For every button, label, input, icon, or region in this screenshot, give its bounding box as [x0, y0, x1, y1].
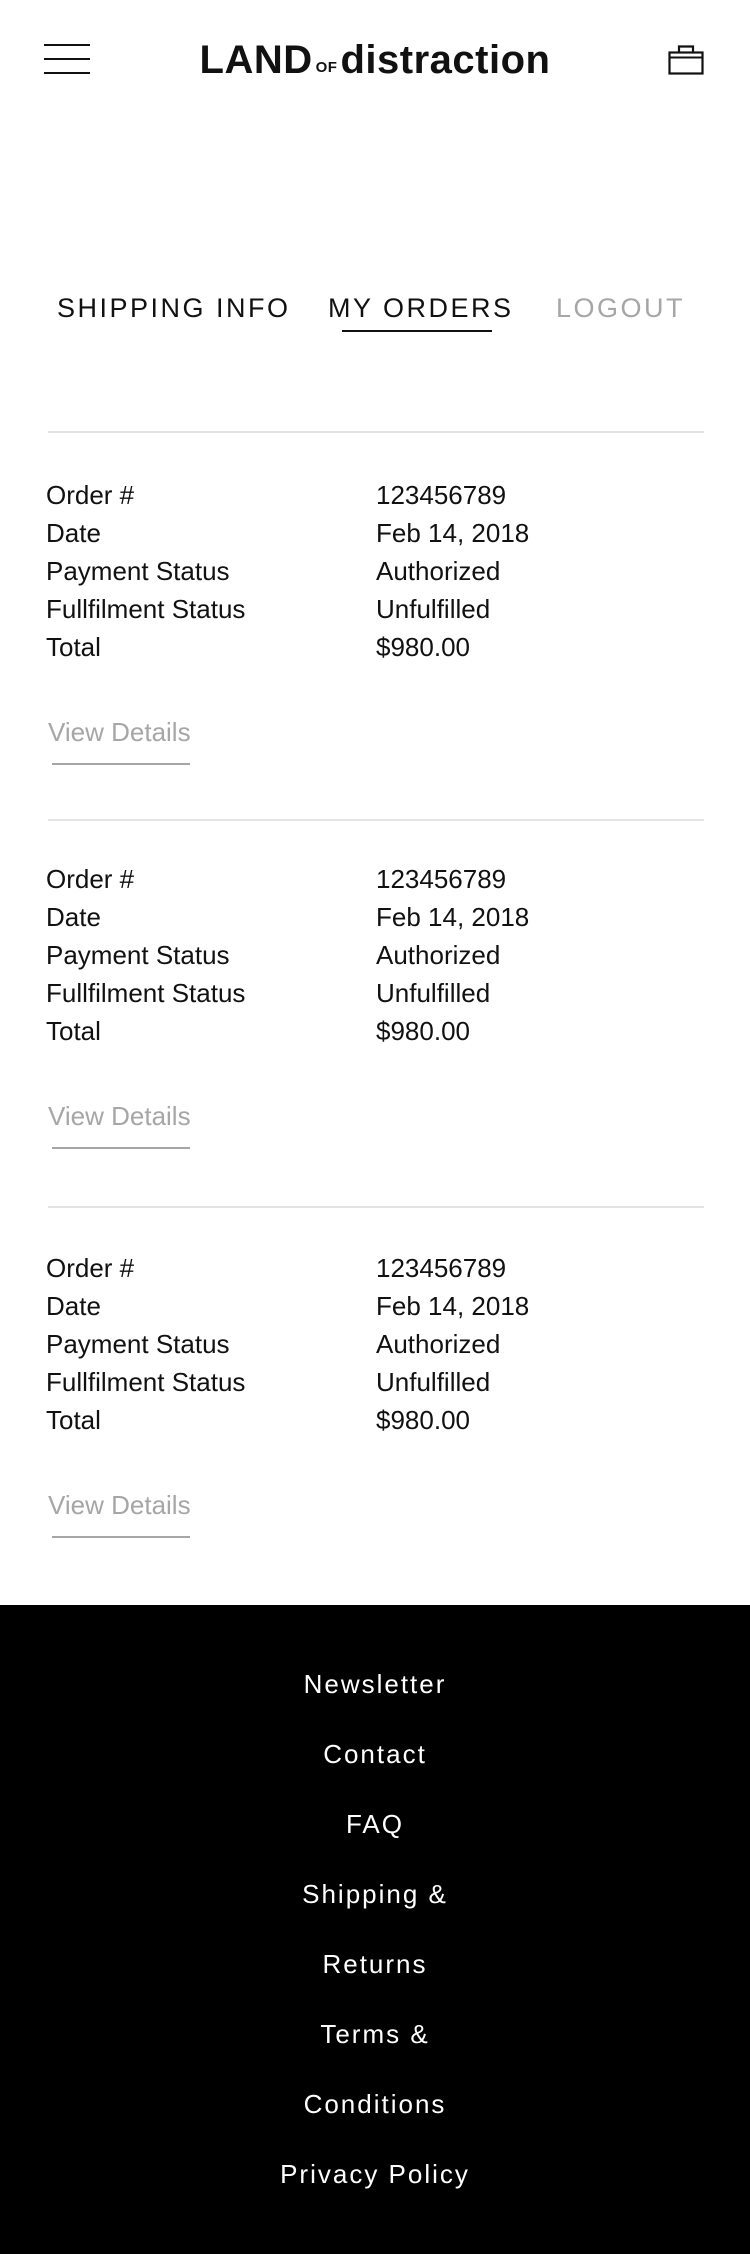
payment-status-value: Authorized: [376, 940, 501, 970]
payment-status-label: Payment Status: [46, 940, 230, 970]
payment-status-value: Authorized: [376, 1329, 501, 1359]
order-total-value: $980.00: [376, 1405, 470, 1435]
bag-icon[interactable]: [668, 44, 704, 76]
order-date-value: Feb 14, 2018: [376, 1291, 530, 1321]
footer-link-conditions[interactable]: Conditions: [0, 2084, 750, 2124]
order-total-row: Total $980.00: [46, 1401, 706, 1439]
payment-status-label: Payment Status: [46, 556, 230, 586]
order-number-label: Order #: [46, 864, 135, 894]
order-date-row: Date Feb 14, 2018: [46, 898, 706, 936]
order-date-row: Date Feb 14, 2018: [46, 514, 706, 552]
site-logo[interactable]: LAND OFdistraction: [0, 34, 750, 94]
footer-link-terms[interactable]: Terms &: [0, 2014, 750, 2054]
order-card: Order # 123456789 Date Feb 14, 2018 Paym…: [0, 819, 750, 1207]
fulfilment-status-label: Fullfilment Status: [46, 978, 246, 1008]
footer-link-shipping[interactable]: Shipping &: [0, 1874, 750, 1914]
view-details-link[interactable]: View Details: [48, 714, 191, 750]
order-total-label: Total: [46, 1016, 101, 1046]
footer-link-newsletter[interactable]: Newsletter: [0, 1664, 750, 1704]
order-number-row: Order # 123456789: [46, 1249, 706, 1287]
order-date-label: Date: [46, 518, 101, 548]
payment-status-row: Payment Status Authorized: [46, 1325, 706, 1363]
order-date-label: Date: [46, 902, 101, 932]
order-number-label: Order #: [46, 480, 135, 510]
fulfilment-status-value: Unfulfilled: [376, 594, 491, 624]
order-total-label: Total: [46, 632, 101, 662]
tab-shipping-info[interactable]: SHIPPING INFO: [57, 290, 291, 326]
logo-distraction: distraction: [340, 38, 551, 82]
site-header: LAND OFdistraction: [0, 0, 750, 120]
fulfilment-status-row: Fullfilment Status Unfulfilled: [46, 1363, 706, 1401]
order-date-label: Date: [46, 1291, 101, 1321]
fulfilment-status-row: Fullfilment Status Unfulfilled: [46, 974, 706, 1012]
view-details-link[interactable]: View Details: [48, 1487, 191, 1523]
order-number-value: 123456789: [376, 864, 507, 894]
payment-status-label: Payment Status: [46, 1329, 230, 1359]
order-date-value: Feb 14, 2018: [376, 518, 530, 548]
order-total-value: $980.00: [376, 632, 470, 662]
fulfilment-status-value: Unfulfilled: [376, 978, 491, 1008]
order-divider: [48, 1206, 704, 1208]
active-tab-underline: [342, 330, 492, 332]
order-total-label: Total: [46, 1405, 101, 1435]
fulfilment-status-label: Fullfilment Status: [46, 594, 246, 624]
view-details-underline: [52, 1147, 190, 1149]
order-total-row: Total $980.00: [46, 628, 706, 666]
footer-link-privacy-policy[interactable]: Privacy Policy: [0, 2154, 750, 2194]
tab-logout[interactable]: LOGOUT: [556, 290, 685, 326]
payment-status-row: Payment Status Authorized: [46, 552, 706, 590]
view-details-link[interactable]: View Details: [48, 1098, 191, 1134]
order-number-row: Order # 123456789: [46, 476, 706, 514]
order-total-row: Total $980.00: [46, 1012, 706, 1050]
footer-link-contact[interactable]: Contact: [0, 1734, 750, 1774]
order-date-row: Date Feb 14, 2018: [46, 1287, 706, 1325]
logo-of: OF: [315, 59, 338, 76]
account-tabs: SHIPPING INFO MY ORDERS LOGOUT: [0, 290, 750, 340]
order-number-label: Order #: [46, 1253, 135, 1283]
order-divider: [48, 431, 704, 433]
fulfilment-status-value: Unfulfilled: [376, 1367, 491, 1397]
order-card: Order # 123456789 Date Feb 14, 2018 Paym…: [0, 431, 750, 819]
logo-land: LAND: [199, 38, 313, 82]
view-details-underline: [52, 1536, 190, 1538]
payment-status-row: Payment Status Authorized: [46, 936, 706, 974]
fulfilment-status-label: Fullfilment Status: [46, 1367, 246, 1397]
order-divider: [48, 819, 704, 821]
site-footer: Newsletter Contact FAQ Shipping & Return…: [0, 1605, 750, 2254]
payment-status-value: Authorized: [376, 556, 501, 586]
order-number-row: Order # 123456789: [46, 860, 706, 898]
order-date-value: Feb 14, 2018: [376, 902, 530, 932]
order-number-value: 123456789: [376, 480, 507, 510]
order-total-value: $980.00: [376, 1016, 470, 1046]
fulfilment-status-row: Fullfilment Status Unfulfilled: [46, 590, 706, 628]
footer-link-returns[interactable]: Returns: [0, 1944, 750, 1984]
view-details-underline: [52, 763, 190, 765]
order-card: Order # 123456789 Date Feb 14, 2018 Paym…: [0, 1206, 750, 1594]
tab-my-orders[interactable]: MY ORDERS: [328, 290, 514, 326]
order-number-value: 123456789: [376, 1253, 507, 1283]
footer-link-faq[interactable]: FAQ: [0, 1804, 750, 1844]
